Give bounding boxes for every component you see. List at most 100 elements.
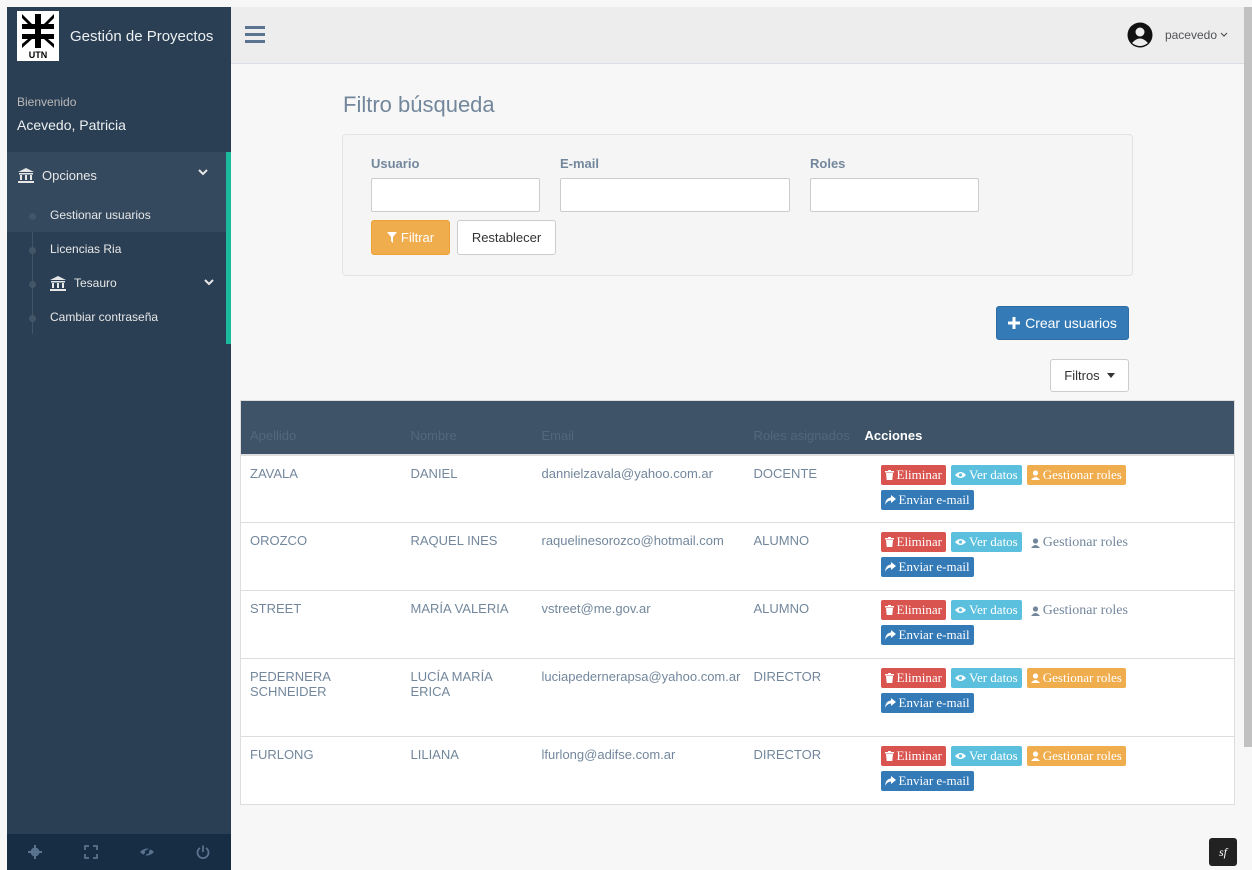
email-input[interactable] — [560, 178, 790, 212]
roles-input[interactable] — [810, 178, 979, 212]
sidebar-item-licencias-ria[interactable]: Licencias Ria — [7, 232, 226, 266]
share-icon — [884, 698, 896, 708]
bank-icon — [18, 167, 34, 183]
eliminar-button[interactable]: Eliminar — [880, 464, 946, 485]
top-navbar: pacevedo — [231, 7, 1244, 64]
cell-acciones: Eliminar Ver datos Gestionar roles Enviar e… — [855, 590, 1235, 659]
app-title: Gestión de Proyectos — [70, 27, 214, 45]
user-fullname: Acevedo, Patricia — [17, 117, 126, 133]
ver-datos-button[interactable]: Ver datos — [951, 746, 1022, 766]
ver-datos-button[interactable]: Ver datos — [951, 668, 1022, 688]
eliminar-button[interactable]: Eliminar — [880, 668, 946, 688]
cell-rol: ALUMNO — [744, 590, 856, 659]
eliminar-button[interactable]: Eliminar — [880, 746, 946, 766]
table-row: FURLONG LILIANA lfurlong@adifse.com.ar DIRE… — [240, 736, 1235, 805]
lock-button[interactable] — [119, 834, 175, 870]
cell-email: raquelinesorozco@hotmail.com — [532, 522, 745, 591]
user-menu[interactable]: pacevedo — [1127, 22, 1228, 48]
chevron-down-icon — [1220, 32, 1228, 37]
cell-apellido: PEDERNERA SCHNEIDER — [240, 658, 402, 737]
cell-rol: DIRECTOR — [744, 658, 856, 737]
logout-button[interactable] — [175, 834, 231, 870]
share-icon — [884, 776, 896, 786]
cell-email: vstreet@me.gov.ar — [532, 590, 745, 659]
settings-button[interactable] — [7, 834, 63, 870]
gestionar-roles-button[interactable]: Gestionar roles — [1026, 746, 1126, 766]
restablecer-button[interactable]: Restablecer — [457, 220, 556, 255]
menu-toggle-button[interactable] — [245, 25, 265, 46]
welcome-block: Bienvenido Acevedo, Patricia — [7, 65, 231, 133]
col-apellido[interactable]: Apellido — [241, 401, 402, 455]
sidebar: UTN Gestión de Proyectos Bienvenido Acev… — [7, 7, 231, 870]
cell-rol: DIRECTOR — [744, 736, 856, 805]
page-scrollbar[interactable] — [1244, 7, 1252, 747]
fullscreen-button[interactable] — [63, 834, 119, 870]
email-label: E-mail — [560, 156, 600, 171]
share-icon — [884, 630, 896, 640]
chevron-down-icon — [204, 279, 214, 286]
eye-icon — [955, 753, 966, 759]
sidebar-item-tesauro[interactable]: Tesauro — [7, 266, 226, 300]
gestionar-roles-button[interactable]: Gestionar roles — [1027, 600, 1132, 620]
usuario-input[interactable] — [371, 178, 540, 212]
symfony-badge: sf — [1218, 844, 1227, 859]
user-icon — [1030, 469, 1040, 480]
sidebar-item-cambiar-contrasena[interactable]: Cambiar contraseña — [7, 300, 226, 334]
table-row: ZAVALA DANIEL dannielzavala@yahoo.com.ar DO… — [240, 453, 1235, 523]
enviar-email-button[interactable]: Enviar e-mail — [880, 625, 974, 645]
sidebar-item-gestionar-usuarios[interactable]: Gestionar usuarios — [7, 198, 226, 232]
col-nombre[interactable]: Nombre — [402, 401, 533, 455]
user-icon — [1030, 673, 1040, 683]
cell-acciones: Eliminar Ver datos Gestionar roles Enviar e… — [855, 453, 1235, 523]
gestionar-roles-button[interactable]: Gestionar roles — [1026, 668, 1126, 688]
share-icon — [884, 494, 896, 505]
cell-nombre: LUCÍA MARÍA ERICA — [401, 658, 533, 737]
cell-apellido: STREET — [240, 590, 402, 659]
power-icon — [196, 845, 210, 859]
plus-icon — [1008, 317, 1021, 329]
cell-nombre: MARÍA VALERIA — [401, 590, 533, 659]
gestionar-roles-button[interactable]: Gestionar roles — [1027, 532, 1132, 552]
trash-icon — [884, 469, 894, 480]
eliminar-button[interactable]: Eliminar — [880, 532, 946, 552]
share-icon — [884, 562, 896, 572]
col-roles[interactable]: Roles asignados — [745, 401, 856, 455]
cell-email: luciapedernerapsa@yahoo.com.ar — [532, 658, 745, 737]
ver-datos-button[interactable]: Ver datos — [951, 464, 1022, 485]
trash-icon — [884, 605, 894, 615]
table-header-row: Apellido Nombre Email Roles asignados Ac… — [240, 400, 1235, 455]
user-icon — [1030, 751, 1040, 761]
filtrar-button[interactable]: Filtrar — [371, 220, 450, 255]
cell-nombre: RAQUEL INES — [401, 522, 533, 591]
ver-datos-button[interactable]: Ver datos — [951, 600, 1022, 620]
gestionar-roles-button[interactable]: Gestionar roles — [1026, 464, 1126, 485]
hamburger-icon — [245, 26, 265, 43]
symfony-toolbar-button[interactable]: sf — [1209, 838, 1237, 866]
eye-icon — [955, 539, 966, 545]
ver-datos-button[interactable]: Ver datos — [951, 532, 1022, 552]
brand[interactable]: UTN Gestión de Proyectos — [7, 7, 231, 65]
cell-apellido: ZAVALA — [240, 453, 402, 523]
crear-usuarios-button[interactable]: Crear usuarios — [996, 306, 1129, 340]
enviar-email-button[interactable]: Enviar e-mail — [880, 693, 974, 713]
enviar-email-button[interactable]: Enviar e-mail — [880, 771, 974, 791]
cell-apellido: FURLONG — [240, 736, 402, 805]
enviar-email-button[interactable]: Enviar e-mail — [880, 557, 974, 577]
trash-icon — [884, 537, 894, 547]
cell-nombre: LILIANA — [401, 736, 533, 805]
table-row: PEDERNERA SCHNEIDER LUCÍA MARÍA ERICA luci… — [240, 658, 1235, 737]
users-table: Apellido Nombre Email Roles asignados Ac… — [240, 400, 1235, 805]
eye-icon — [955, 471, 966, 478]
trash-icon — [884, 673, 894, 683]
enviar-email-button[interactable]: Enviar e-mail — [880, 489, 974, 510]
svg-text:UTN: UTN — [29, 50, 48, 60]
filtros-dropdown-button[interactable]: Filtros — [1050, 359, 1129, 392]
user-icon — [1030, 538, 1040, 548]
col-email[interactable]: Email — [533, 401, 745, 455]
fullscreen-icon — [84, 845, 98, 859]
filter-icon — [386, 232, 397, 243]
sidebar-section-opciones[interactable]: Opciones — [7, 152, 226, 198]
eliminar-button[interactable]: Eliminar — [880, 600, 946, 620]
chevron-down-icon — [198, 169, 208, 176]
user-circle-icon — [1127, 22, 1153, 48]
